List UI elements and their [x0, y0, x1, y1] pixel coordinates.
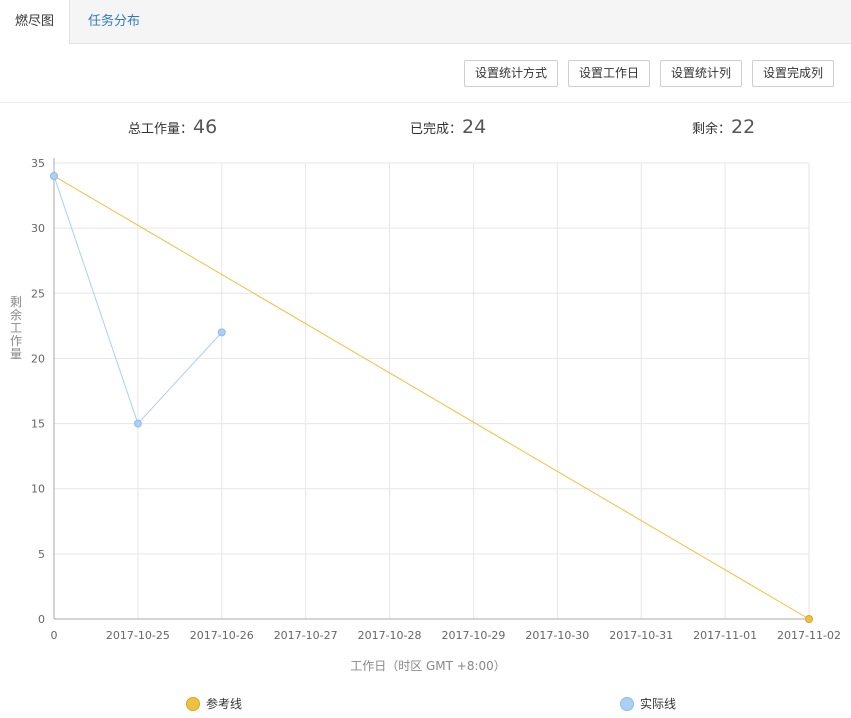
stat-done-label: 已完成：: [410, 122, 463, 137]
toolbar: 设置统计方式 设置工作日 设置统计列 设置完成列: [0, 44, 851, 103]
legend-item-actual[interactable]: 实际线: [620, 695, 676, 713]
x-tick-label: 2017-10-25: [106, 629, 170, 642]
set-statistic-method-button[interactable]: 设置统计方式: [464, 60, 559, 87]
stat-remaining-value: 22: [731, 116, 756, 138]
data-point-reference[interactable]: [805, 615, 813, 623]
data-point-reference[interactable]: [50, 172, 58, 181]
y-tick-label: 5: [38, 548, 45, 561]
stat-total-label: 总工作量：: [128, 122, 194, 137]
x-tick-label: 2017-11-01: [693, 629, 757, 642]
tab-task-distribution[interactable]: 任务分布: [88, 0, 140, 43]
x-tick-label: 2017-10-30: [525, 629, 589, 642]
legend-marker-reference: [186, 696, 200, 711]
y-tick-label: 25: [31, 287, 45, 300]
data-point-actual[interactable]: [133, 419, 142, 428]
legend-label-actual: 实际线: [640, 697, 677, 711]
y-tick-label: 10: [31, 483, 45, 496]
data-point-actual[interactable]: [217, 328, 226, 337]
legend-marker-actual: [620, 696, 634, 711]
x-tick-label: 2017-11-02: [777, 629, 841, 642]
y-tick-label: 15: [31, 418, 45, 431]
y-tick-label: 35: [31, 157, 45, 170]
set-done-columns-button[interactable]: 设置完成列: [752, 60, 835, 87]
stat-done: 已完成：24: [410, 116, 486, 138]
series-line-reference: [53, 175, 810, 620]
series-line-actual: [53, 175, 223, 425]
x-tick-label: 2017-10-28: [358, 629, 422, 642]
stat-remaining: 剩余：22: [692, 116, 755, 138]
stat-total-value: 46: [193, 116, 218, 138]
stat-done-value: 24: [462, 116, 487, 138]
legend-item-reference[interactable]: 参考线: [186, 695, 242, 713]
x-tick-label: 2017-10-26: [190, 629, 254, 642]
x-tick-label: 2017-10-29: [441, 629, 505, 642]
y-axis-title: 剩余工作量: [10, 295, 22, 361]
tab-burndown[interactable]: 燃尽图: [0, 0, 70, 44]
x-tick-label: 2017-10-31: [609, 629, 673, 642]
x-tick-label: 2017-10-27: [274, 629, 338, 642]
y-tick-label: 0: [38, 613, 45, 626]
legend-label-reference: 参考线: [206, 697, 243, 711]
x-axis-title: 工作日（时区 GMT +8:00）: [350, 659, 506, 673]
set-workdays-button[interactable]: 设置工作日: [568, 60, 651, 87]
burndown-chart: 0 5 10 15 20 25 30 35 0 2017-10-25 2017-10-26 2017-…: [10, 157, 841, 673]
tab-bar: 燃尽图 任务分布: [0, 0, 851, 44]
y-tick-label: 30: [31, 222, 45, 235]
y-tick-label: 20: [31, 352, 45, 365]
stat-total: 总工作量：46: [128, 116, 217, 138]
data-point-actual[interactable]: [50, 172, 58, 181]
set-statistic-columns-button[interactable]: 设置统计列: [660, 60, 743, 87]
x-tick-label: 0: [51, 629, 58, 642]
stat-remaining-label: 剩余：: [692, 122, 732, 137]
